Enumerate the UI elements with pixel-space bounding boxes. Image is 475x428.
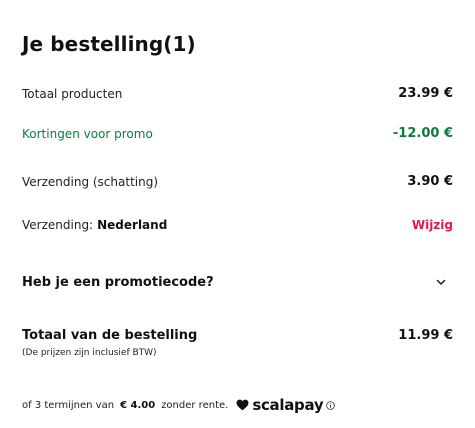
- shipping-label: Verzending (schatting): [22, 174, 159, 189]
- installments-suffix: zonder rente.: [161, 399, 229, 411]
- scalapay-brand-text: scalapay: [252, 396, 324, 414]
- promo-code-label: Heb je een promotiecode?: [22, 275, 214, 290]
- discount-label: Kortingen voor promo: [22, 126, 153, 141]
- change-country-link[interactable]: Wijzig: [412, 218, 453, 232]
- info-icon[interactable]: [326, 400, 336, 410]
- scalapay-logo: scalapay: [236, 396, 324, 414]
- order-total-row: Totaal van de bestelling (De prijzen zij…: [22, 328, 453, 358]
- order-title: Je bestelling(1): [22, 32, 196, 56]
- total-products-row: Totaal producten 23.99 €: [22, 86, 453, 101]
- order-total-label: Totaal van de bestelling: [22, 328, 198, 343]
- shipping-value: 3.90 €: [407, 174, 453, 189]
- total-products-label: Totaal producten: [22, 86, 123, 101]
- heart-icon: [236, 399, 249, 411]
- shipping-country-label-group: Verzending: Nederland: [22, 218, 167, 232]
- chevron-down-icon[interactable]: [435, 277, 447, 289]
- shipping-row: Verzending (schatting) 3.90 €: [22, 174, 453, 189]
- promo-code-toggle[interactable]: Heb je een promotiecode?: [22, 275, 453, 290]
- installments-amount: € 4.00: [120, 399, 156, 411]
- total-products-value: 23.99 €: [398, 86, 453, 101]
- order-total-value: 11.99 €: [398, 328, 453, 343]
- shipping-country-row: Verzending: Nederland Wijzig: [22, 218, 453, 232]
- shipping-country-label: Verzending:: [22, 218, 94, 232]
- installments-info: of 3 termijnen van € 4.00 zonder rente. …: [22, 396, 336, 414]
- shipping-country-value: Nederland: [97, 218, 168, 232]
- installments-prefix: of 3 termijnen van: [22, 399, 115, 411]
- discount-row: Kortingen voor promo -12.00 €: [22, 126, 453, 141]
- order-total-text: Totaal van de bestelling (De prijzen zij…: [22, 328, 197, 358]
- vat-note: (De prijzen zijn inclusief BTW): [22, 348, 157, 358]
- discount-value: -12.00 €: [392, 126, 453, 141]
- order-summary: Je bestelling(1) Totaal producten 23.99 …: [0, 0, 475, 428]
